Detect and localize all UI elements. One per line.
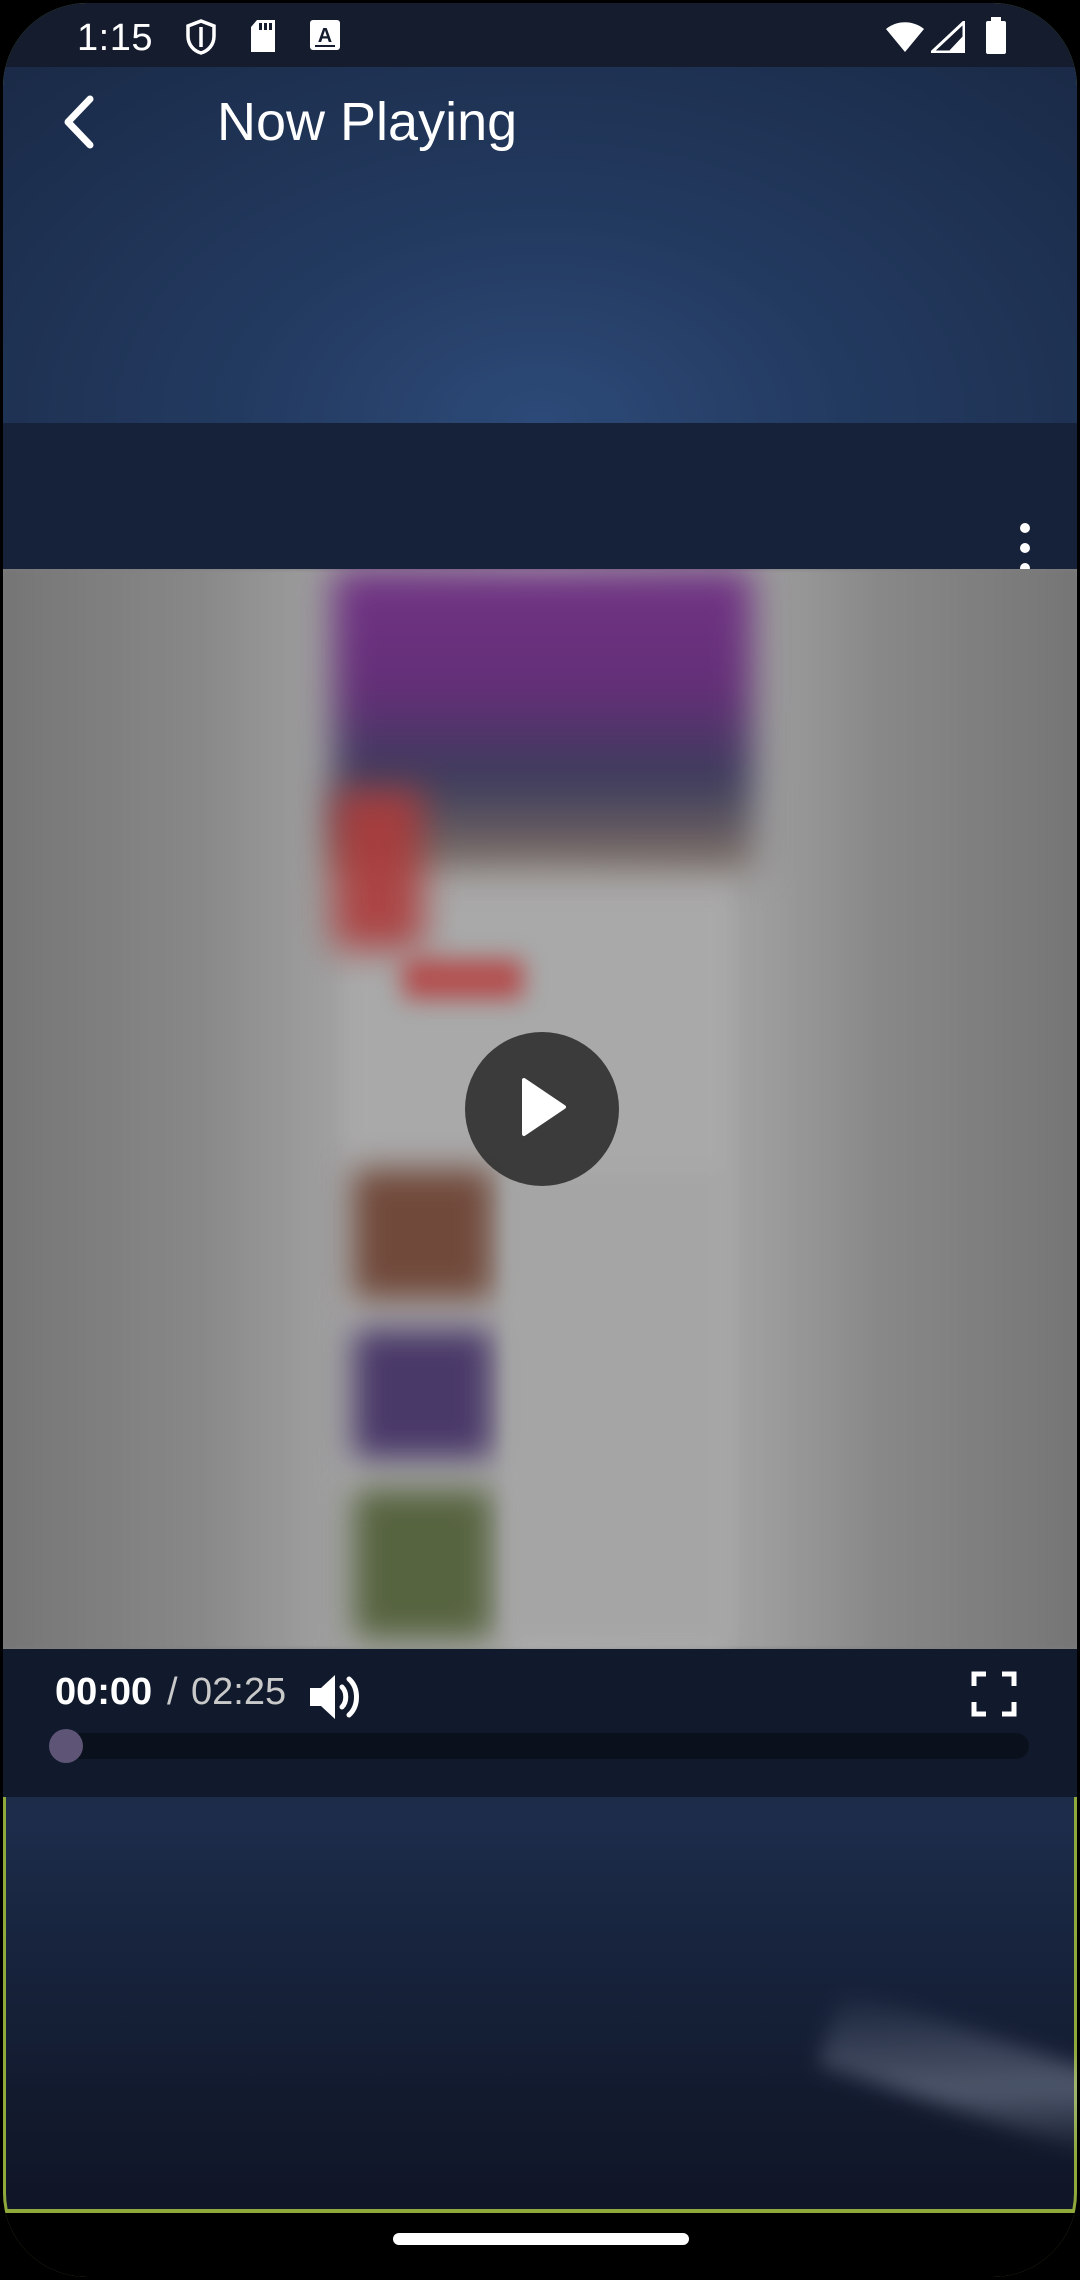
device-frame: 1:15 A Now Playing 00:00 / 02:25 [0,0,1080,2280]
total-time: 02:25 [191,1671,287,1713]
volume-icon [307,1675,367,1729]
progress-bar[interactable] [49,1729,1029,1763]
chevron-left-icon [60,95,96,154]
progress-thumb[interactable] [49,1729,83,1763]
screen: 1:15 A Now Playing 00:00 / 02:25 [3,3,1077,2277]
current-time: 00:00 [55,1671,153,1713]
play-icon [514,1076,570,1143]
battery-icon [985,17,1007,60]
play-button[interactable] [465,1032,619,1186]
signal-icon [928,18,966,58]
navigation-bar [3,2213,1077,2277]
svg-text:A: A [318,25,332,47]
time-separator: / [167,1671,178,1713]
more-vertical-icon-dot [1020,543,1030,553]
page-title: Now Playing [217,92,518,152]
sd-card-icon [249,19,277,58]
app-bar: Now Playing [3,67,1077,182]
more-vertical-icon-dot [1020,523,1030,533]
back-button[interactable] [43,89,113,159]
background-glow [817,1988,1077,2158]
home-indicator[interactable] [393,2233,689,2245]
status-bar: 1:15 A [3,3,1077,67]
video-player[interactable] [3,569,1077,1649]
shield-icon [185,19,217,60]
wifi-icon [885,21,925,58]
player-top-bar [3,423,1077,573]
player-controls: 00:00 / 02:25 [3,1649,1077,1797]
keyboard-a-icon: A [309,19,341,58]
more-options-button[interactable] [1013,523,1037,573]
fullscreen-icon [971,1671,1017,1721]
status-time: 1:15 [77,17,153,59]
fullscreen-button[interactable] [971,1671,1017,1717]
volume-button[interactable] [307,1669,367,1725]
